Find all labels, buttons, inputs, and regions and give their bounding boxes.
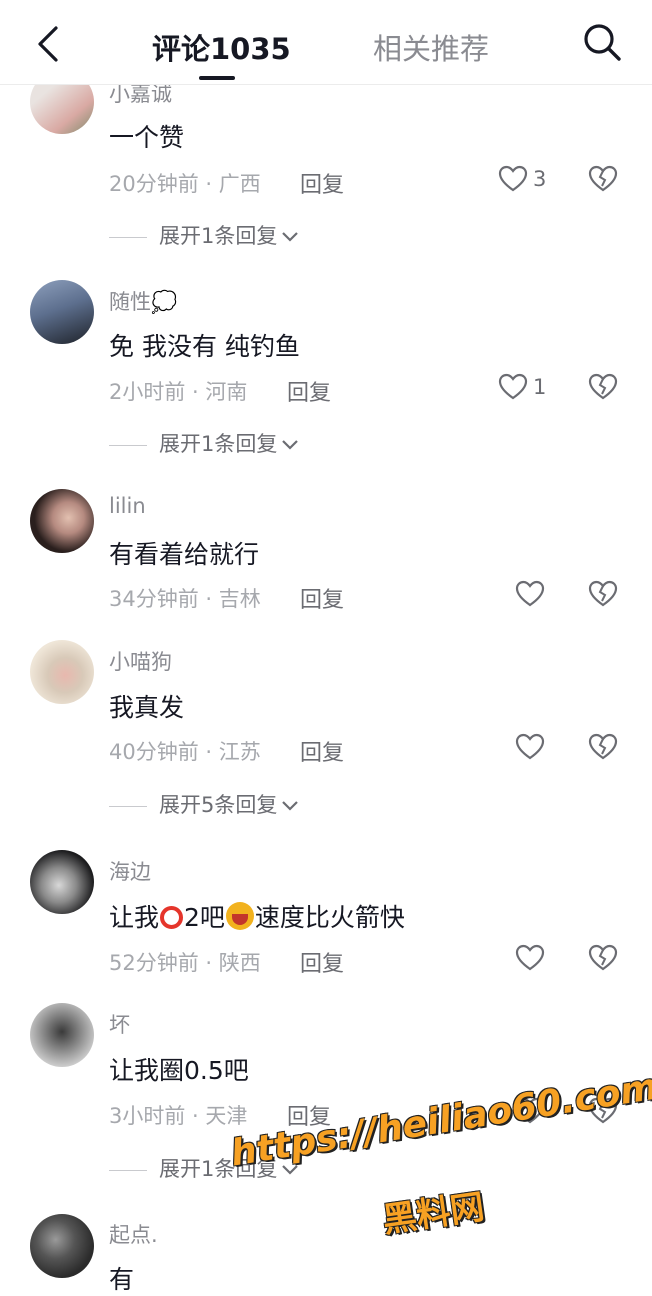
avatar[interactable]	[30, 1214, 94, 1278]
tab-related[interactable]: 相关推荐	[373, 26, 489, 68]
top-bar: 评论1035 相关推荐	[0, 0, 652, 85]
active-tab-indicator	[199, 76, 235, 80]
tab-comments[interactable]: 评论1035	[152, 26, 291, 68]
comment-text: 有	[109, 1265, 135, 1294]
chevron-left-icon[interactable]	[30, 24, 66, 64]
search-icon[interactable]	[580, 20, 624, 64]
comment-author[interactable]: 起点.	[109, 1219, 158, 1249]
